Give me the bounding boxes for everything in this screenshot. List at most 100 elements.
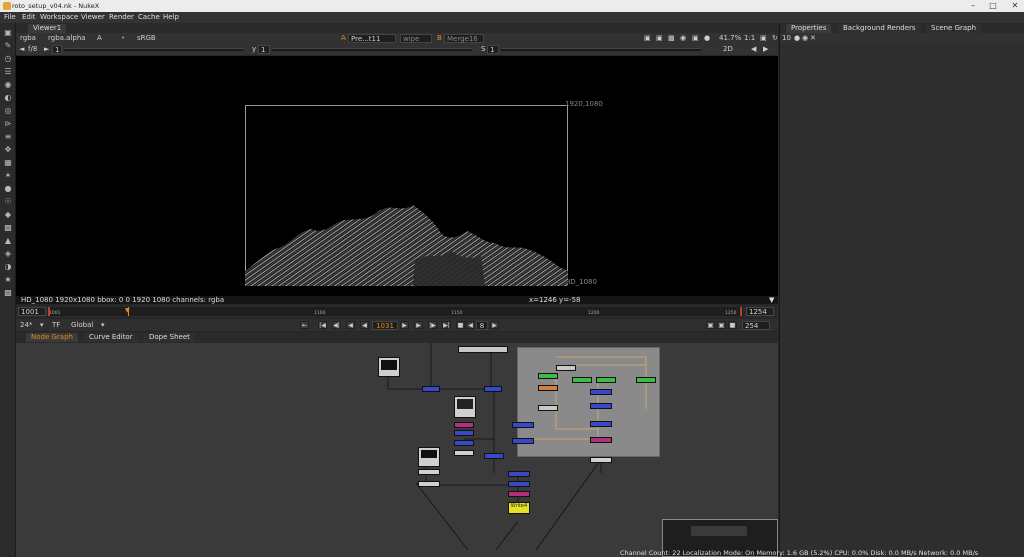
tab-dope-sheet[interactable]: Dope Sheet: [144, 333, 195, 342]
plugin-tool-icon[interactable]: ▩: [3, 288, 13, 298]
out-point-marker[interactable]: [740, 307, 742, 316]
menu-file[interactable]: File: [4, 13, 16, 21]
channels-dropdown[interactable]: rgba: [20, 34, 36, 43]
grade-node[interactable]: [454, 422, 474, 428]
gamma-slider[interactable]: [272, 48, 472, 51]
fps-arrow-icon[interactable]: ▾: [40, 321, 44, 330]
skip-to-start-icon[interactable]: ⇤: [300, 321, 309, 329]
float-icon[interactable]: ◉: [802, 34, 808, 43]
other-tool-icon[interactable]: ▲: [3, 236, 13, 246]
views-tool-icon[interactable]: ☉: [3, 197, 13, 207]
dot-node[interactable]: [538, 405, 558, 411]
lut-icon[interactable]: ◉: [680, 34, 686, 43]
region-icon[interactable]: ▩: [668, 34, 675, 43]
merge-tool-icon[interactable]: ⊳: [3, 119, 13, 129]
input-b-node-dropdown[interactable]: Merge16: [444, 34, 484, 43]
max-panels-field[interactable]: 10: [782, 34, 791, 43]
roto-node[interactable]: [556, 365, 576, 371]
ratio-dropdown[interactable]: 1:1: [744, 34, 755, 43]
range-scope-dropdown[interactable]: Global: [71, 321, 93, 330]
write-node[interactable]: Write4: [508, 502, 530, 514]
draw-tool-icon[interactable]: ✎: [3, 41, 13, 51]
proxy-icon[interactable]: ▣: [656, 34, 663, 43]
merge-node[interactable]: [484, 386, 502, 392]
image-tool-icon[interactable]: ▣: [3, 28, 13, 38]
blur-node[interactable]: [572, 377, 592, 383]
clear-icon[interactable]: ✕: [810, 34, 816, 43]
merge-node[interactable]: [484, 453, 504, 459]
navigator-view-box[interactable]: [691, 526, 747, 536]
colorspace-dropdown[interactable]: sRGB: [137, 34, 156, 43]
tab-curve-editor[interactable]: Curve Editor: [84, 333, 138, 342]
lock-icon[interactable]: ●: [794, 34, 800, 43]
blur-node[interactable]: [538, 373, 558, 379]
fps-dropdown[interactable]: 24*: [20, 321, 32, 330]
scope-arrow-icon[interactable]: ▾: [101, 321, 105, 330]
roi-icon[interactable]: ▣: [644, 34, 651, 43]
read-node-thumbnail[interactable]: [378, 357, 400, 377]
step-back-increment-icon[interactable]: ◀: [466, 321, 475, 329]
timeline-bar[interactable]: 1001 ▼ 1001 1100 1150 1200 1250 1254: [16, 305, 778, 318]
view-mode-prev-icon[interactable]: ◀: [751, 45, 756, 54]
dot-node[interactable]: [454, 450, 474, 456]
go-to-start-icon[interactable]: |◀: [318, 321, 327, 329]
transform-node[interactable]: [512, 422, 534, 428]
pause-icon[interactable]: ●: [704, 34, 710, 43]
step-increment-field[interactable]: 8: [476, 321, 488, 330]
timeline-start-field[interactable]: 1001: [18, 307, 46, 316]
frame-stop-field[interactable]: f/8: [28, 45, 37, 54]
bounce-icon[interactable]: ▣: [717, 321, 726, 329]
step-forward-increment-icon[interactable]: ▶: [490, 321, 499, 329]
metadata-tool-icon[interactable]: ◆: [3, 210, 13, 220]
keyer-tool-icon[interactable]: ◎: [3, 106, 13, 116]
view-mode-next-icon[interactable]: ▶: [763, 45, 768, 54]
play-backward-icon[interactable]: ◀: [360, 321, 369, 329]
close-icon[interactable]: ✕: [1008, 1, 1022, 10]
furnace-tool-icon[interactable]: ◈: [3, 249, 13, 259]
input-a-node-dropdown[interactable]: Pre...t11: [348, 34, 396, 43]
merge-node[interactable]: [508, 481, 530, 487]
playhead-marker-icon[interactable]: ▼: [125, 307, 130, 314]
frame-stop-arrow-icon[interactable]: ◄: [19, 45, 24, 54]
gain-slider[interactable]: [64, 48, 244, 51]
saturation-slider[interactable]: [501, 48, 701, 51]
go-to-end-icon[interactable]: ▶|: [442, 321, 451, 329]
blur-node[interactable]: [636, 377, 656, 383]
grade-node[interactable]: [590, 437, 612, 443]
tab-properties[interactable]: Properties: [786, 24, 832, 33]
refresh-icon[interactable]: ↻: [772, 34, 778, 43]
merge-node[interactable]: [590, 389, 612, 395]
current-frame-field[interactable]: 1031: [372, 321, 398, 330]
play-forward-icon[interactable]: ▶: [400, 321, 409, 329]
info-expand-icon[interactable]: ▼: [769, 296, 774, 304]
menu-render[interactable]: Render: [109, 13, 134, 21]
skip-icon[interactable]: ■: [456, 321, 465, 329]
frame-stop-next-icon[interactable]: ►: [44, 45, 49, 54]
tab-background-renders[interactable]: Background Renders: [838, 24, 921, 33]
menu-cache[interactable]: Cache: [138, 13, 160, 21]
minimize-icon[interactable]: –: [966, 1, 980, 10]
read-node-thumbnail[interactable]: [418, 447, 440, 467]
3d-tool-icon[interactable]: ▦: [3, 158, 13, 168]
step-back-icon[interactable]: ◀: [346, 321, 355, 329]
menu-workspace[interactable]: Workspace: [40, 13, 78, 21]
gamma-field[interactable]: 1: [258, 45, 270, 54]
tab-node-graph[interactable]: Node Graph: [26, 333, 78, 342]
wipe-dropdown[interactable]: wipe: [400, 34, 432, 43]
maximize-icon[interactable]: □: [986, 1, 1000, 10]
channel-tool-icon[interactable]: ☰: [3, 67, 13, 77]
filter-tool-icon[interactable]: ◐: [3, 93, 13, 103]
alpha-channel-dropdown[interactable]: rgba.alpha: [48, 34, 86, 43]
node-graph-canvas[interactable]: Write4: [16, 343, 778, 557]
cursor-icon[interactable]: •: [121, 34, 125, 43]
gizmo-tool-icon[interactable]: ★: [3, 275, 13, 285]
time-tool-icon[interactable]: ◷: [3, 54, 13, 64]
prev-keyframe-icon[interactable]: ◀|: [332, 321, 341, 329]
tab-viewer1[interactable]: Viewer1: [28, 24, 67, 33]
transform-tool-icon[interactable]: ✥: [3, 145, 13, 155]
viewer-canvas[interactable]: 1920,1080 HD_1080: [16, 56, 778, 296]
particles-tool-icon[interactable]: ✶: [3, 171, 13, 181]
transform-node[interactable]: [512, 438, 534, 444]
out-point-field[interactable]: 254: [742, 321, 770, 330]
zoom-dropdown[interactable]: 41.7%: [719, 34, 741, 43]
